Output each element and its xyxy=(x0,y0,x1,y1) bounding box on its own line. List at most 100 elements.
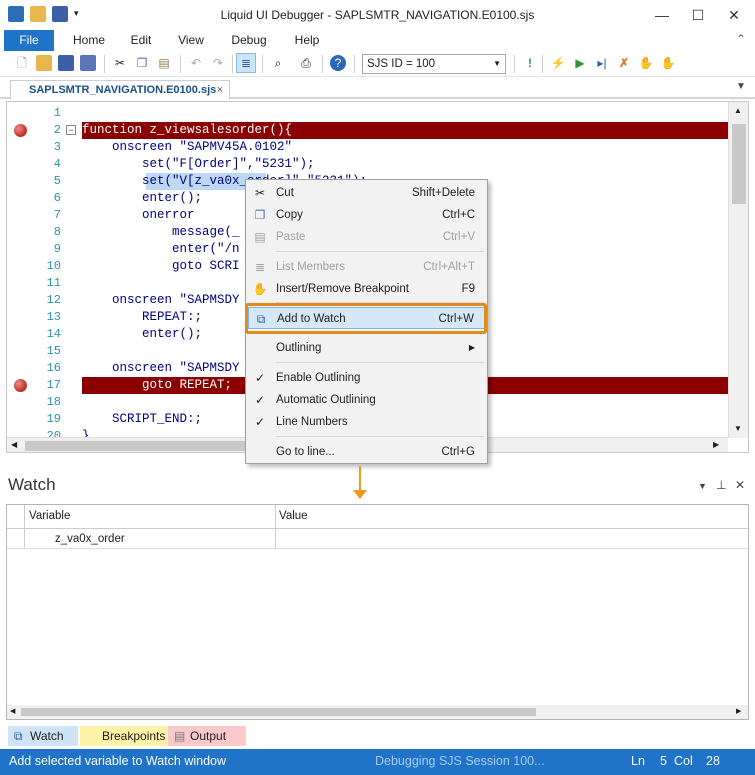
menu-debug[interactable]: Debug xyxy=(224,30,274,51)
menu-separator xyxy=(276,436,484,437)
new-file-icon[interactable]: 🗋 xyxy=(14,55,30,71)
line-number: 2 xyxy=(53,123,61,137)
panel-menu-icon[interactable]: ▼ xyxy=(698,481,707,491)
menu-separator xyxy=(276,251,484,252)
save-icon[interactable] xyxy=(58,55,74,71)
cut-icon[interactable]: ✂ xyxy=(112,55,128,71)
hand-icon: ✋ xyxy=(252,282,268,296)
scroll-left-icon[interactable]: ◀ xyxy=(11,440,17,449)
menu-item-label: Outlining xyxy=(276,342,322,354)
highlight-box xyxy=(245,303,487,334)
line-number: 1 xyxy=(53,106,61,120)
submenu-arrow-icon: ▶ xyxy=(468,343,475,352)
menu-item-label: Go to line... xyxy=(276,446,335,458)
watch-scroll-thumb[interactable] xyxy=(21,708,536,716)
pin-icon[interactable]: ⊥ xyxy=(716,478,726,492)
tab-breakpoints[interactable]: Breakpoints xyxy=(80,726,170,746)
code-text: function z_viewsalesorder(){ xyxy=(82,123,293,137)
copy-icon[interactable]: ❐ xyxy=(134,55,150,71)
minimize-icon[interactable]: — xyxy=(652,6,672,24)
menu-view[interactable]: View xyxy=(172,30,210,51)
close-tab-icon[interactable]: × xyxy=(217,81,223,99)
step-icon[interactable]: ▸| xyxy=(594,55,610,71)
breakpoint-icon[interactable] xyxy=(14,124,27,137)
code-text: REPEAT:; xyxy=(82,310,203,324)
breakpoint-icon[interactable] xyxy=(14,379,27,392)
menu-item-shortcut: Ctrl+C xyxy=(442,209,475,221)
menu-edit[interactable]: Edit xyxy=(122,30,160,51)
menu-item-automatic-outlining[interactable]: ✓ Automatic Outlining xyxy=(248,389,485,411)
find-icon[interactable]: ⌕ xyxy=(270,55,286,71)
scroll-up-icon[interactable]: ▲ xyxy=(734,106,742,115)
menu-item-cut[interactable]: ✂ Cut Shift+Delete xyxy=(248,182,485,204)
menu-item-paste: ▤ Paste Ctrl+V xyxy=(248,226,485,248)
menu-item-enable-outlining[interactable]: ✓ Enable Outlining xyxy=(248,367,485,389)
stop-icon[interactable]: ✗ xyxy=(616,55,632,71)
scroll-right-icon[interactable]: ▶ xyxy=(736,707,741,715)
toolbar-separator xyxy=(354,55,355,73)
close-icon[interactable]: ✕ xyxy=(724,6,744,24)
menu-item-outlining[interactable]: Outlining ▶ xyxy=(248,337,485,359)
line-number: 16 xyxy=(46,361,61,375)
column-header-variable[interactable]: Variable xyxy=(29,510,70,522)
column-divider xyxy=(275,529,276,549)
code-line[interactable]: 1 xyxy=(7,105,729,122)
scroll-left-icon[interactable]: ◀ xyxy=(10,707,15,715)
maximize-icon[interactable]: ☐ xyxy=(688,6,708,24)
line-number: 13 xyxy=(46,310,61,324)
close-panel-icon[interactable]: ✕ xyxy=(735,478,745,492)
menu-bar: File Home Edit View Debug Help ⌃ xyxy=(0,30,755,51)
code-line[interactable]: 4 set("F[Order]","5231"); xyxy=(7,156,729,173)
paste-icon[interactable]: ▤ xyxy=(156,55,172,71)
toolbar-separator xyxy=(542,55,543,73)
output-icon: ▤ xyxy=(174,729,186,743)
status-ln: 5 xyxy=(660,754,667,768)
undo-icon[interactable]: ↶ xyxy=(188,55,204,71)
ribbon-collapse-icon[interactable]: ⌃ xyxy=(736,32,746,46)
watch-horizontal-scrollbar[interactable]: ◀ ▶ xyxy=(7,705,748,719)
menu-item-label: Automatic Outlining xyxy=(276,394,376,406)
sjs-id-select[interactable]: SJS ID = 100 ▼ xyxy=(362,54,506,74)
scroll-down-icon[interactable]: ▼ xyxy=(734,424,742,433)
tab-list-dropdown-icon[interactable]: ▼ xyxy=(736,81,746,92)
menu-item-toggle-breakpoint[interactable]: ✋ Insert/Remove Breakpoint F9 xyxy=(248,278,485,300)
list-view-icon[interactable]: ≣ xyxy=(236,53,256,73)
open-folder-icon[interactable] xyxy=(36,55,52,71)
hand-icon[interactable]: ✋ xyxy=(638,55,654,71)
menu-item-go-to-line[interactable]: Go to line... Ctrl+G xyxy=(248,441,485,463)
scissors-icon: ✂ xyxy=(254,186,266,200)
menu-item-copy[interactable]: ❐ Copy Ctrl+C xyxy=(248,204,485,226)
print-icon[interactable]: ⎙ xyxy=(298,55,314,71)
tab-document[interactable]: SAPLSMTR_NAVIGATION.E0100.sjs × xyxy=(10,80,230,99)
fold-toggle-icon[interactable]: − xyxy=(66,125,76,135)
play-icon[interactable]: ▶ xyxy=(572,55,588,71)
help-icon[interactable]: ? xyxy=(330,55,346,71)
save-all-icon[interactable] xyxy=(80,55,96,71)
menu-item-label: Paste xyxy=(276,231,306,243)
lightning-icon[interactable]: ⚡ xyxy=(550,55,566,71)
clear-breakpoints-icon[interactable]: ✋ xyxy=(660,55,676,71)
code-line[interactable]: 3 onscreen "SAPMV45A.0102" xyxy=(7,139,729,156)
menu-file[interactable]: File xyxy=(4,30,54,51)
code-text: enter("/n xyxy=(82,242,240,256)
scroll-right-icon[interactable]: ▶ xyxy=(713,440,719,449)
menu-item-line-numbers[interactable]: ✓ Line Numbers xyxy=(248,411,485,433)
editor-vertical-scrollbar[interactable]: ▲ ▼ xyxy=(728,102,748,438)
code-text: goto SCRI xyxy=(82,259,240,273)
break-on-error-icon[interactable]: ! xyxy=(522,55,538,71)
watch-variable-name[interactable]: z_va0x_order xyxy=(55,533,125,545)
tab-output[interactable]: ▤ Output xyxy=(168,726,246,746)
column-header-value[interactable]: Value xyxy=(279,510,308,522)
menu-item-shortcut: Shift+Delete xyxy=(412,187,475,199)
menu-help[interactable]: Help xyxy=(286,30,328,51)
menu-item-shortcut: Ctrl+Alt+T xyxy=(423,261,475,273)
watch-row[interactable]: z_va0x_order xyxy=(7,529,748,549)
editor-vertical-scroll-thumb[interactable] xyxy=(732,124,746,204)
code-line[interactable]: −2 function z_viewsalesorder(){ xyxy=(7,122,729,139)
menu-home[interactable]: Home xyxy=(68,30,110,51)
toolbar-separator xyxy=(232,55,233,73)
redo-icon[interactable]: ↷ xyxy=(210,55,226,71)
status-col: 28 xyxy=(706,754,720,768)
list-icon: ≣ xyxy=(254,260,266,274)
tab-watch[interactable]: ⧉ Watch xyxy=(8,726,78,746)
